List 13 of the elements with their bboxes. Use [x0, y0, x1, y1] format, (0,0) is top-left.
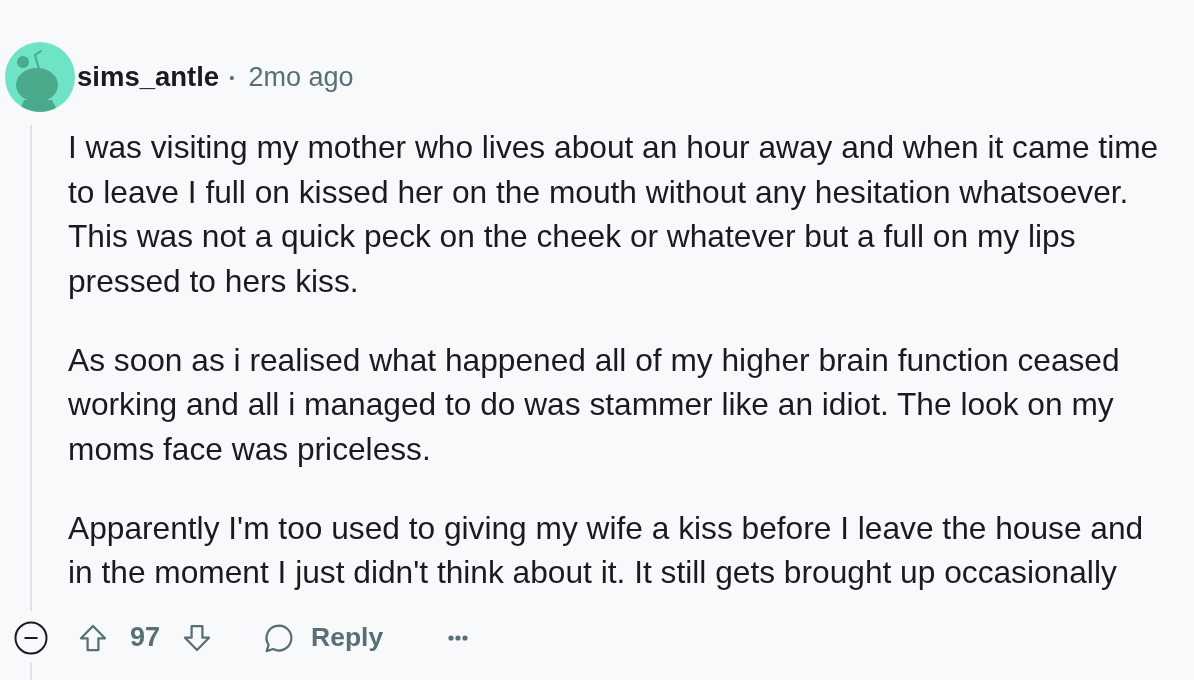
more-icon[interactable]	[448, 634, 469, 641]
timestamp: 2mo ago	[248, 61, 354, 93]
vote-count: 97	[130, 622, 161, 653]
minus-circle-icon[interactable]	[14, 620, 48, 655]
username-link[interactable]: sims_antle	[77, 61, 220, 93]
avatar-icon	[5, 42, 75, 112]
comment-paragraph: As soon as i realised what happened all of my higher brain function ceased working and all i managed to do was stammer like an idiot. The look on my moms face was priceless.	[68, 340, 1121, 469]
dot-separator: •	[229, 68, 235, 86]
comment-paragraph: I was visiting my mother who lives about an hour away and when it came time to leave I full on kissed her on the mouth without any hesitation whatsoever. This was not a quick peck on the cheek or whatever but a full on my lips pressed to hers kiss.	[68, 128, 1160, 301]
arrow-down-icon[interactable]	[182, 622, 213, 653]
comment-paragraph: Apparently I'm too used to giving my wife a kiss before I leave the house and in the moment I just didn't think about it. It still gets brought up occasionally	[68, 508, 1145, 592]
arrow-up-icon[interactable]	[78, 622, 108, 653]
reply-button[interactable]: Reply	[263, 621, 384, 654]
